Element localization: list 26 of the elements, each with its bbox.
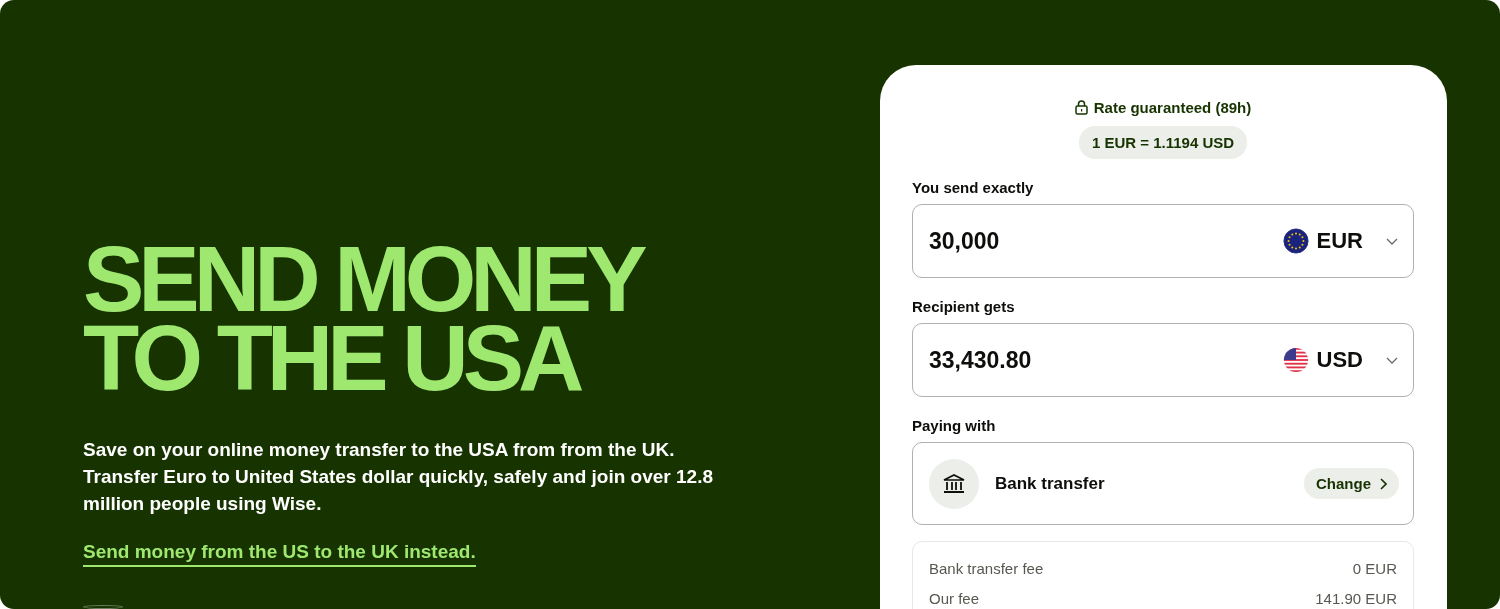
amount-field[interactable]: 30,000 EUR (912, 204, 1414, 278)
amount-value: 33,430.80 (929, 346, 1033, 374)
fee-name: Bank transfer fee (929, 560, 1044, 579)
fee-name: Our fee (929, 590, 980, 609)
description: Save on your online money transfer to the USA from from the UK. Transfer Euro to United States dollar quickly, safely and join over 12.8 million people using Wise. (83, 438, 714, 517)
change-button[interactable]: Change (1304, 468, 1399, 499)
lock-icon (1074, 100, 1088, 115)
bank-icon (929, 458, 979, 509)
headline: TO THE USA (83, 319, 579, 399)
field-label: Recipient gets (912, 298, 1016, 315)
eu-flag-icon (1282, 228, 1309, 254)
fee-amount: 141.90 EUR (1315, 590, 1397, 609)
us-flag-icon (1282, 347, 1309, 373)
fee-amount: 0 EUR (1352, 560, 1397, 579)
currency-selector[interactable]: USD (1282, 347, 1399, 373)
amount-value: 30,000 (929, 227, 1001, 255)
rate-guarantee: Rate guaranteed (89h) (1093, 99, 1252, 116)
payment-method: Bank transfer (995, 473, 1106, 494)
headline: SEND MONEY (83, 240, 644, 320)
chevron-right-icon (1379, 477, 1387, 490)
currency-selector[interactable]: EUR (1282, 228, 1399, 254)
alternate-route-link[interactable]: Send money from the US to the UK instead. (83, 541, 476, 568)
field-label: You send exactly (912, 179, 1035, 196)
amount-field[interactable]: 33,430.80 USD (912, 323, 1414, 397)
exchange-rate: 1 EUR = 1.1194 USD (1078, 126, 1248, 159)
field-label: Paying with (912, 417, 997, 434)
